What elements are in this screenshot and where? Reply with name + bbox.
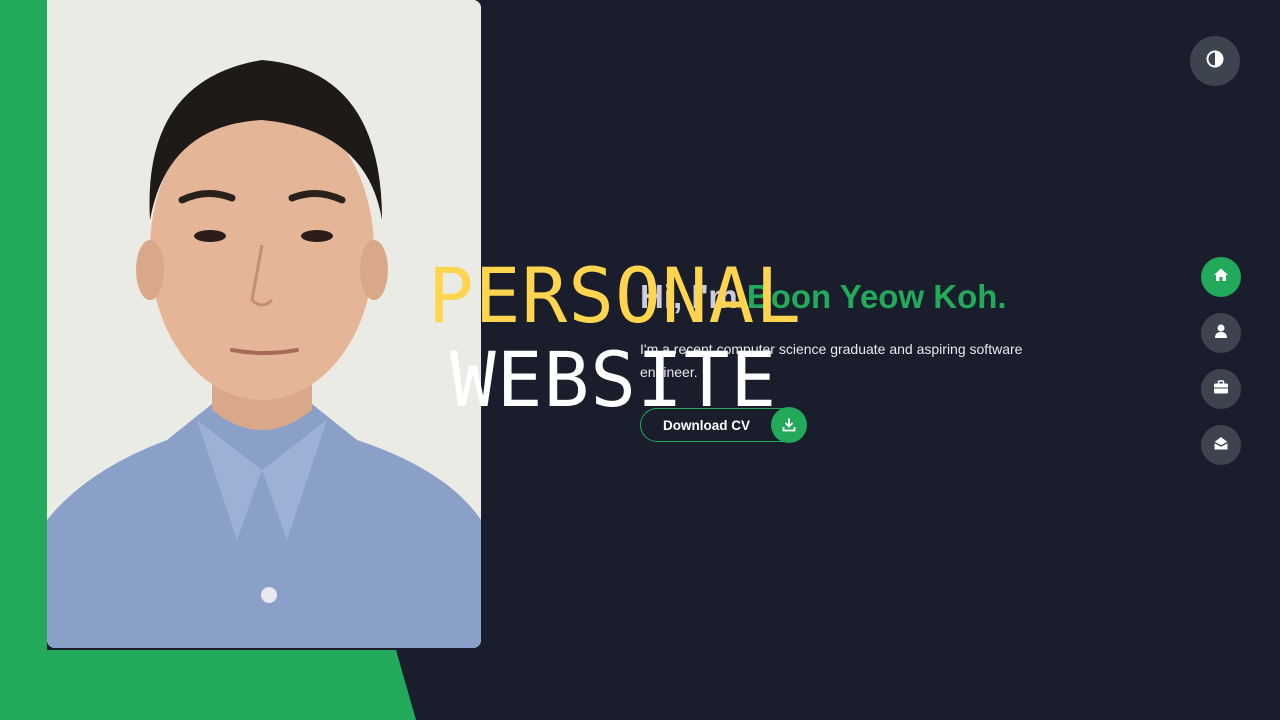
nav-item-about[interactable] [1201,313,1241,353]
nav-item-contact[interactable] [1201,425,1241,465]
user-icon [1213,323,1229,343]
nav-item-portfolio[interactable] [1201,369,1241,409]
envelope-open-icon [1213,435,1229,455]
theme-toggle-button[interactable] [1190,36,1240,86]
overlay-line-1: PERSONAL [428,251,803,340]
home-icon [1213,267,1229,287]
briefcase-icon [1213,379,1229,399]
profile-photo [47,0,481,648]
contrast-icon [1206,50,1224,72]
nav-item-home[interactable] [1201,257,1241,297]
overlay-line-2: WEBSITE [450,335,778,424]
side-navigation [1201,257,1241,465]
